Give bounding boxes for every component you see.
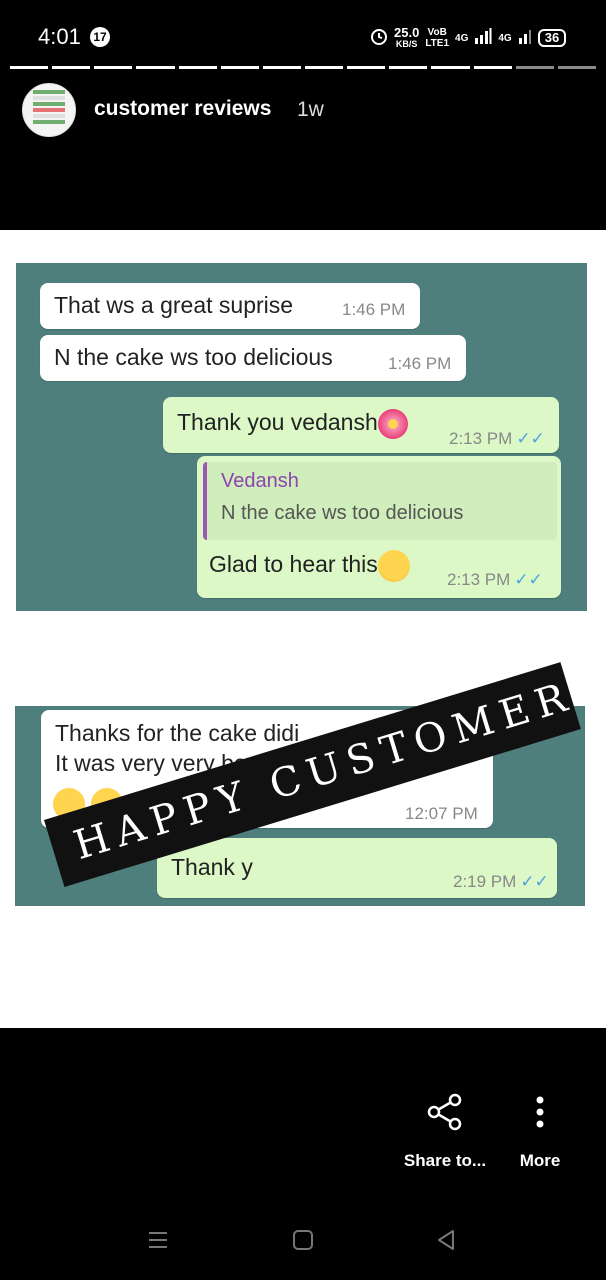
menu-lines-icon <box>146 1232 170 1256</box>
sim1-network: 4G <box>455 33 468 44</box>
message-time: 2:13 PM ✓✓ <box>449 429 545 449</box>
message-text: N the cake ws too delicious <box>54 344 333 370</box>
progress-segment <box>304 66 344 69</box>
message-time-text: 2:19 PM <box>453 872 517 891</box>
volte-top: VoB <box>427 27 447 38</box>
message-text-content: Glad to hear this <box>209 551 378 578</box>
alarm-icon <box>370 27 388 50</box>
progress-segment <box>52 66 91 69</box>
progress-segment <box>94 66 133 69</box>
progress-segment <box>178 66 217 69</box>
progress-segment <box>10 66 49 69</box>
outgoing-reply-message: Vedansh N the cake ws too delicious Glad… <box>197 456 561 598</box>
chat-screenshot-1: That ws a great suprise 1:46 PM N the ca… <box>16 263 587 611</box>
more-label: More <box>519 1151 561 1170</box>
sim1-network-type: 4G <box>455 32 469 44</box>
incoming-message: N the cake ws too delicious 1:46 PM <box>40 335 466 381</box>
progress-segment <box>220 66 259 69</box>
story-title[interactable]: customer reviews <box>94 97 271 121</box>
progress-segment <box>136 66 175 69</box>
back-triangle-icon <box>434 1230 458 1256</box>
double-check-icon: ✓✓ <box>516 429 545 448</box>
share-icon <box>425 1093 465 1136</box>
smiling-face-with-hearts-icon <box>377 550 410 582</box>
story-avatar[interactable] <box>22 83 76 137</box>
incoming-message: That ws a great suprise 1:46 PM <box>40 283 420 329</box>
progress-segment <box>431 66 470 69</box>
volte-bottom: LTE1 <box>425 38 450 49</box>
message-text: Glad to hear this <box>209 550 410 582</box>
outgoing-message: Thank y 2:19 PM ✓✓ <box>157 838 557 898</box>
status-icons: 25.0 KB/S VoB LTE1 4G 4G 36 <box>370 24 567 52</box>
quoted-sender: Vedansh <box>221 470 299 492</box>
volte-indicator: VoB LTE1 <box>425 27 449 49</box>
story-progress <box>10 66 596 69</box>
notification-count-badge: 17 <box>90 27 110 47</box>
more-button[interactable]: More <box>510 1092 570 1171</box>
progress-segment <box>389 66 428 69</box>
network-speed: 25.0 KB/S <box>394 24 420 49</box>
message-text: Thank you vedansh <box>177 409 408 439</box>
story-image[interactable]: That ws a great suprise 1:46 PM N the ca… <box>0 230 606 1028</box>
battery-level: 36 <box>544 30 560 45</box>
status-time: 4:01 <box>38 24 81 49</box>
double-check-icon: ✓✓ <box>514 570 543 589</box>
recent-apps-button[interactable] <box>146 1228 170 1257</box>
progress-segment <box>262 66 301 69</box>
sim2-network: 4G <box>498 33 511 44</box>
share-label: Share to... <box>403 1151 487 1170</box>
message-time: 2:13 PM ✓✓ <box>447 570 543 590</box>
message-time: 12:07 PM <box>405 804 478 823</box>
message-time: 1:46 PM <box>342 300 406 319</box>
sim2-network-type: 4G <box>498 32 512 44</box>
battery-icon: 36 <box>537 29 567 47</box>
quoted-message: Vedansh N the cake ws too delicious <box>203 462 557 540</box>
message-text: Thank y <box>171 854 253 880</box>
message-line-1: Thanks for the cake didi <box>55 720 300 746</box>
message-text-content: Thank you vedansh <box>177 409 378 436</box>
message-time: 1:46 PM <box>388 354 452 373</box>
home-button[interactable] <box>291 1228 315 1257</box>
progress-segment <box>347 66 386 69</box>
speed-value: 25.0 <box>394 24 420 40</box>
double-check-icon: ✓✓ <box>520 872 549 891</box>
quoted-text: N the cake ws too delicious <box>221 502 464 524</box>
signal-icon <box>474 27 492 49</box>
progress-segment <box>473 66 512 69</box>
message-text: That ws a great suprise <box>54 292 294 318</box>
story-age: 1w <box>297 98 324 121</box>
back-button[interactable] <box>434 1228 458 1257</box>
speed-unit: KB/S <box>395 38 418 49</box>
progress-segment <box>557 66 596 69</box>
home-square-icon <box>291 1230 315 1256</box>
share-button[interactable]: Share to... <box>400 1092 490 1171</box>
message-time-text: 2:13 PM <box>447 570 511 589</box>
message-time-text: 2:13 PM <box>449 429 513 448</box>
progress-segment <box>515 66 554 69</box>
more-vertical-icon <box>535 1096 545 1136</box>
message-time: 2:19 PM ✓✓ <box>453 872 549 892</box>
signal-icon-2 <box>518 28 532 49</box>
outgoing-message: Thank you vedansh 2:13 PM ✓✓ <box>163 397 559 453</box>
flower-emoji-icon <box>377 409 408 439</box>
